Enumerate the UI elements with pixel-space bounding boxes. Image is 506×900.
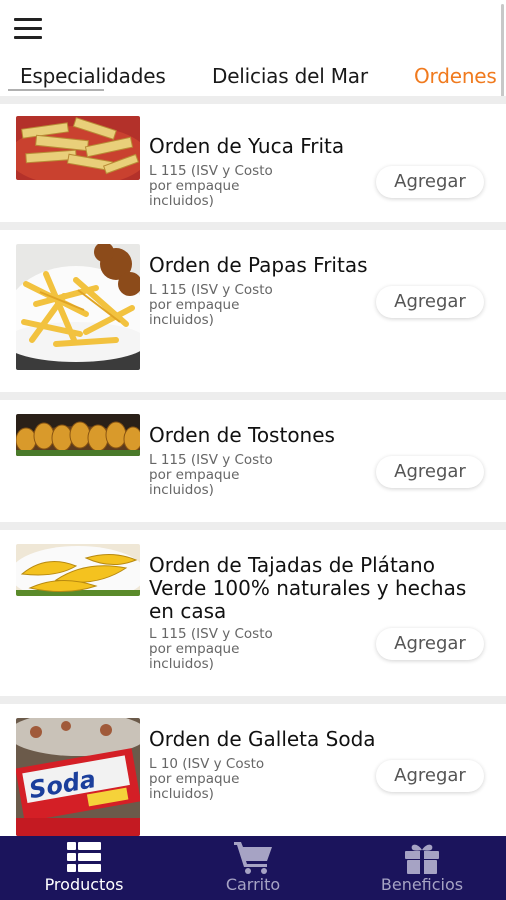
- product-description: L 115 (ISV y Costo por empaque incluidos…: [149, 282, 273, 328]
- cart-icon: [234, 842, 272, 878]
- nav-carrito[interactable]: Carrito: [169, 836, 337, 900]
- nav-label: Carrito: [225, 875, 281, 894]
- product-image-tajadas: [16, 544, 140, 596]
- add-button[interactable]: Agregar: [376, 166, 484, 198]
- product-title: Orden de Tajadas de Plátano Verde 100% n…: [149, 553, 467, 623]
- add-button[interactable]: Agregar: [376, 286, 484, 318]
- product-list: Orden de Yuca Frita L 115 (ISV y Costo p…: [0, 96, 506, 836]
- product-image-yuca: [16, 116, 140, 180]
- product-card: Soda Orden de Galleta Soda L 10 (ISV y C…: [0, 704, 506, 836]
- bottom-navigation: Productos Carrito Beneficios: [0, 836, 506, 900]
- product-description: L 10 (ISV y Costo por empaque incluidos): [149, 756, 265, 802]
- product-image-tostones: [16, 414, 140, 456]
- product-title: Orden de Tostones: [149, 423, 335, 447]
- nav-label: Beneficios: [380, 875, 464, 894]
- product-image-papas: [16, 244, 140, 370]
- tab-especialidades[interactable]: Especialidades: [20, 64, 166, 88]
- add-button[interactable]: Agregar: [376, 628, 484, 660]
- product-card: Orden de Tostones L 115 (ISV y Costo por…: [0, 400, 506, 522]
- tab-delicias-del-mar[interactable]: Delicias del Mar: [212, 64, 368, 88]
- gift-icon: [405, 842, 439, 878]
- add-button[interactable]: Agregar: [376, 760, 484, 792]
- product-image-galleta-soda: Soda: [16, 718, 140, 836]
- product-description: L 115 (ISV y Costo por empaque incluidos…: [149, 163, 273, 209]
- product-description: L 115 (ISV y Costo por empaque incluidos…: [149, 452, 273, 498]
- product-card: Orden de Tajadas de Plátano Verde 100% n…: [0, 530, 506, 696]
- hamburger-menu-icon[interactable]: [14, 18, 42, 40]
- add-button[interactable]: Agregar: [376, 456, 484, 488]
- product-description: L 115 (ISV y Costo por empaque incluidos…: [149, 626, 273, 672]
- list-grid-icon: [67, 842, 101, 876]
- product-title: Orden de Papas Fritas: [149, 253, 368, 277]
- top-app-bar: [0, 0, 506, 56]
- nav-beneficios[interactable]: Beneficios: [338, 836, 506, 900]
- tab-indicator: [8, 89, 104, 91]
- nav-productos[interactable]: Productos: [0, 836, 168, 900]
- nav-label: Productos: [44, 875, 124, 894]
- product-title: Orden de Yuca Frita: [149, 134, 345, 158]
- product-card: Orden de Yuca Frita L 115 (ISV y Costo p…: [0, 104, 506, 222]
- tab-ordenes[interactable]: Ordenes: [414, 64, 497, 88]
- product-card: Orden de Papas Fritas L 115 (ISV y Costo…: [0, 230, 506, 392]
- product-title: Orden de Galleta Soda: [149, 727, 376, 751]
